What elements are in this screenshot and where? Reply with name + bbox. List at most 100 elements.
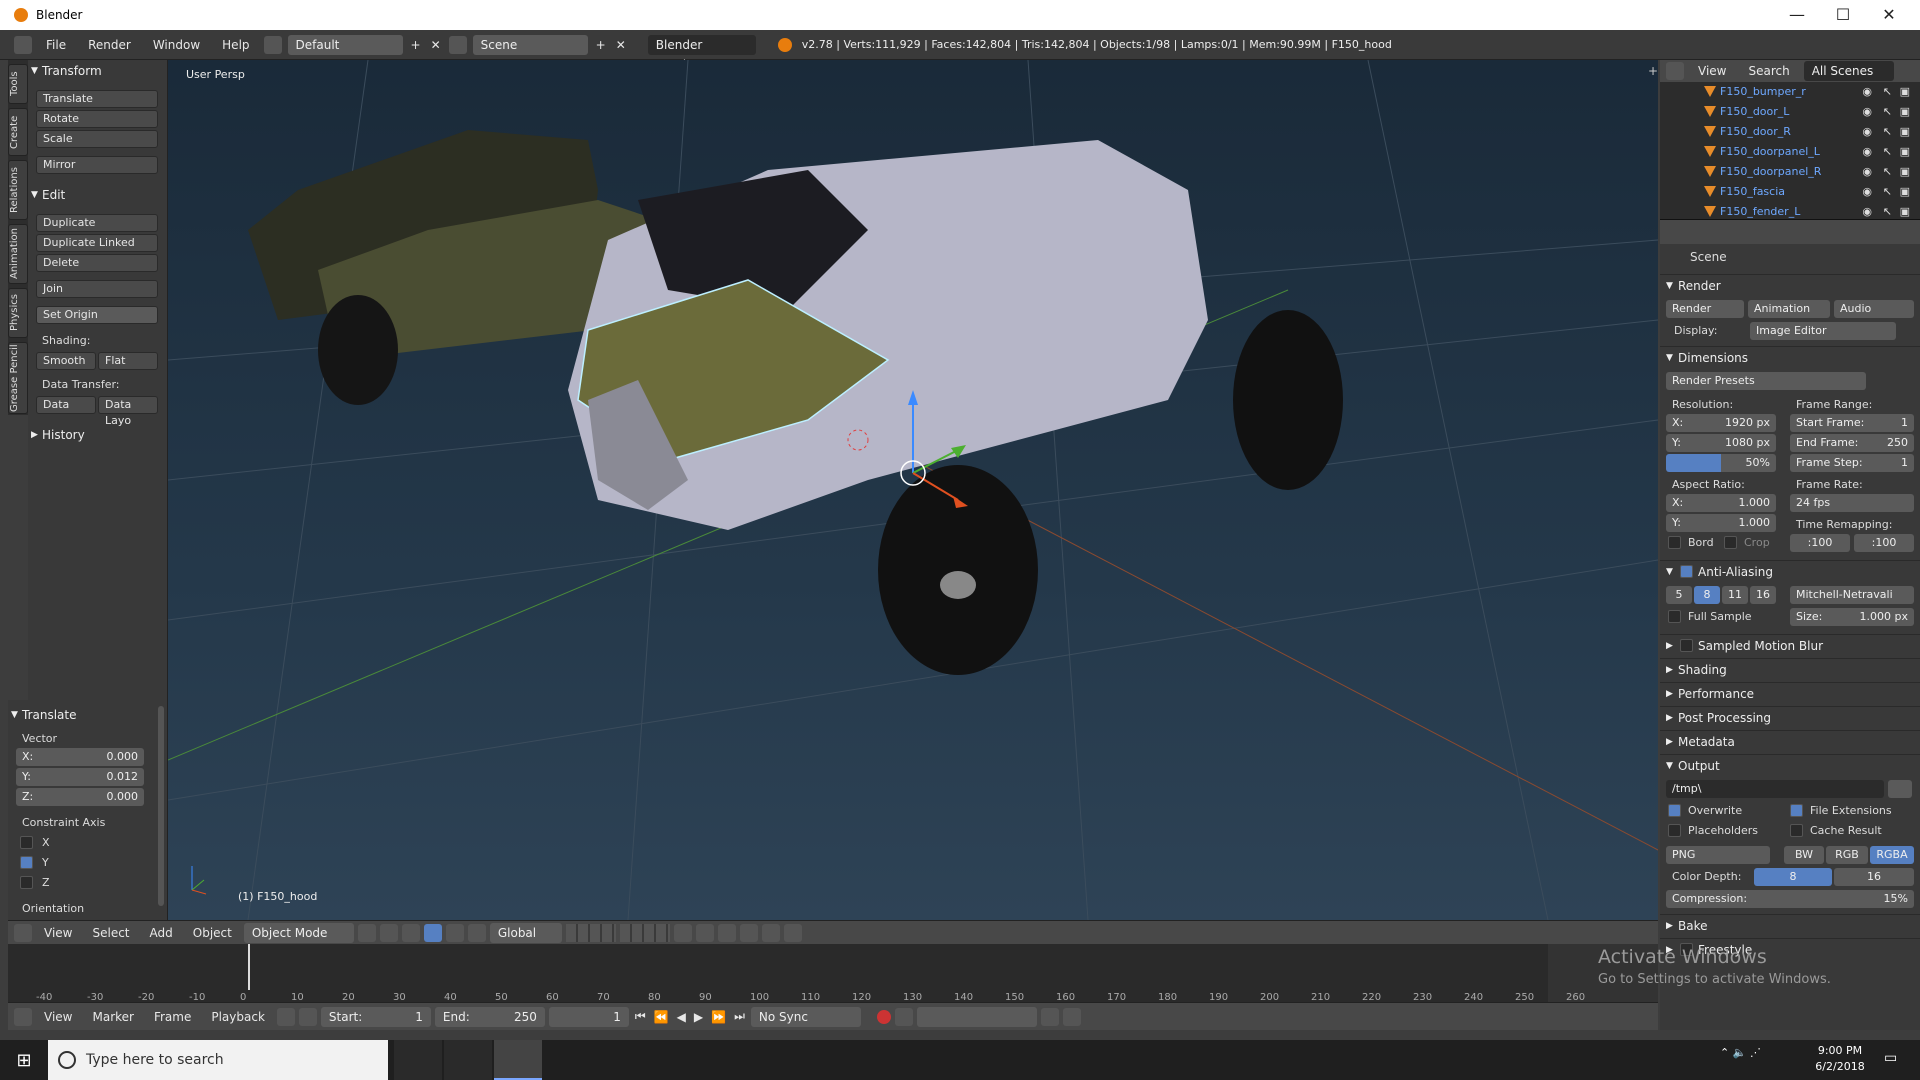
outliner-row[interactable]: F150_bumper_r ◉ ↖ ▣ [1660, 82, 1920, 102]
aa-size-field[interactable]: Size: 1.000 px [1790, 608, 1914, 626]
res-y-field[interactable]: Y: 1080 px [1666, 434, 1776, 452]
rgba-button[interactable]: RGBA [1870, 846, 1914, 864]
truck-white-front[interactable] [568, 140, 1343, 675]
render-camera-icon[interactable]: ▣ [1900, 142, 1910, 162]
outliner-row[interactable]: F150_doorpanel_R ◉ ↖ ▣ [1660, 162, 1920, 182]
vector-y-field[interactable]: Y: 0.012 [16, 768, 144, 786]
rgb-button[interactable]: RGB [1826, 846, 1868, 864]
display-mode-select[interactable]: All Scenes [1803, 61, 1894, 81]
minimize-button[interactable]: — [1774, 0, 1820, 30]
outliner-editor-icon[interactable] [1666, 62, 1684, 80]
viewport-menu-object[interactable]: Object [185, 926, 240, 940]
viewport-menu-select[interactable]: Select [84, 926, 137, 940]
visibility-eye-icon[interactable]: ◉ [1862, 162, 1872, 182]
delete-keyframe-icon[interactable] [1062, 1007, 1081, 1026]
visibility-eye-icon[interactable]: ◉ [1862, 182, 1872, 202]
timeline-menu-marker[interactable]: Marker [84, 1010, 141, 1024]
timeline-menu-playback[interactable]: Playback [203, 1010, 273, 1024]
translate-button[interactable]: Translate [36, 90, 158, 108]
visibility-eye-icon[interactable]: ◉ [1862, 102, 1872, 122]
constraint-z-checkbox[interactable] [20, 876, 33, 889]
start-frame-field[interactable]: Start: 1 [320, 1006, 431, 1027]
opengl-anim-icon[interactable] [783, 923, 802, 942]
mirror-button[interactable]: Mirror [36, 156, 158, 174]
display-select[interactable]: Image Editor [1750, 322, 1896, 340]
outliner-row[interactable]: F150_door_R ◉ ↖ ▣ [1660, 122, 1920, 142]
jump-end-icon[interactable]: ⏭ [732, 1009, 747, 1024]
res-x-field[interactable]: X: 1920 px [1666, 414, 1776, 432]
bake-panel-header[interactable]: Bake [1660, 914, 1920, 937]
scale-button[interactable]: Scale [36, 130, 158, 148]
menu-window[interactable]: Window [145, 38, 208, 52]
aa-checkbox[interactable] [1680, 565, 1693, 578]
res-percentage-slider[interactable]: 50% [1666, 454, 1776, 472]
translate-manipulator-icon[interactable] [423, 923, 442, 942]
screen-layout-field[interactable]: Default [287, 34, 403, 55]
select-arrow-icon[interactable]: ↖ [1883, 142, 1892, 162]
transform-orientation-select[interactable]: Global [489, 922, 562, 943]
bw-button[interactable]: BW [1784, 846, 1824, 864]
output-panel-header[interactable]: Output [1660, 754, 1920, 777]
visibility-eye-icon[interactable]: ◉ [1862, 122, 1872, 142]
timeline-menu-frame[interactable]: Frame [146, 1010, 199, 1024]
tab-relations[interactable]: Relations [8, 160, 28, 220]
select-arrow-icon[interactable]: ↖ [1883, 162, 1892, 182]
manipulator-icon[interactable] [401, 923, 420, 942]
metadata-panel-header[interactable]: Metadata [1660, 730, 1920, 753]
color-depth-8-button[interactable]: 8 [1754, 868, 1832, 886]
viewport-menu-add[interactable]: Add [142, 926, 181, 940]
aa-8-button[interactable]: 8 [1694, 586, 1720, 604]
overwrite-checkbox[interactable] [1668, 804, 1681, 817]
remove-layout-icon[interactable]: ✕ [429, 38, 443, 52]
motion-blur-checkbox[interactable] [1680, 639, 1693, 652]
animation-button[interactable]: Animation [1748, 300, 1830, 318]
tab-create[interactable]: Create [8, 108, 28, 156]
viewport-menu-view[interactable]: View [36, 926, 80, 940]
duplicate-button[interactable]: Duplicate [36, 214, 158, 232]
file-extensions-checkbox[interactable] [1790, 804, 1803, 817]
anti-aliasing-panel-header[interactable]: Anti-Aliasing [1660, 560, 1920, 583]
rotate-manipulator-icon[interactable] [445, 923, 464, 942]
layers-grid[interactable] [565, 923, 616, 942]
render-camera-icon[interactable]: ▣ [1900, 82, 1910, 102]
select-arrow-icon[interactable]: ↖ [1883, 82, 1892, 102]
full-sample-checkbox[interactable] [1668, 610, 1681, 623]
notifications-icon[interactable]: ▭ [1884, 1050, 1897, 1066]
firefox-icon[interactable] [444, 1040, 492, 1080]
rotate-button[interactable]: Rotate [36, 110, 158, 128]
outliner-row[interactable]: F150_doorpanel_L ◉ ↖ ▣ [1660, 142, 1920, 162]
outliner-menu-search[interactable]: Search [1740, 64, 1797, 78]
scene-icon[interactable] [448, 35, 467, 54]
mode-select[interactable]: Object Mode [243, 922, 354, 943]
windows-start-icon[interactable]: ⊞ [0, 1050, 48, 1071]
select-arrow-icon[interactable]: ↖ [1883, 122, 1892, 142]
render-engine-select[interactable]: Blender Render [647, 34, 756, 72]
aa-5-button[interactable]: 5 [1666, 586, 1692, 604]
post-processing-panel-header[interactable]: Post Processing [1660, 706, 1920, 729]
aspect-y-field[interactable]: Y: 1.000 [1666, 514, 1776, 532]
edit-panel-header[interactable]: Edit [28, 184, 168, 206]
join-button[interactable]: Join [36, 280, 158, 298]
next-keyframe-icon[interactable]: ⏩ [709, 1010, 728, 1024]
history-panel-header[interactable]: History [28, 424, 168, 446]
frame-step-prop[interactable]: Frame Step: 1 [1790, 454, 1914, 472]
render-preview-icon[interactable] [673, 923, 692, 942]
render-button[interactable]: Render [1666, 300, 1744, 318]
snap-icon[interactable] [717, 923, 736, 942]
vector-x-field[interactable]: X: 0.000 [16, 748, 144, 766]
color-depth-16-button[interactable]: 16 [1834, 868, 1914, 886]
current-frame-field[interactable]: 1 [548, 1006, 629, 1027]
taskbar-search-box[interactable]: Type here to search [48, 1040, 388, 1080]
end-frame-field[interactable]: End: 250 [434, 1006, 545, 1027]
render-camera-icon[interactable]: ▣ [1900, 122, 1910, 142]
constraint-y-checkbox[interactable] [20, 856, 33, 869]
outliner-menu-view[interactable]: View [1690, 64, 1734, 78]
sync-select[interactable]: No Sync [750, 1006, 861, 1027]
crop-checkbox[interactable] [1724, 536, 1737, 549]
close-button[interactable]: ✕ [1866, 0, 1912, 30]
transform-panel-header[interactable]: Transform [28, 60, 168, 82]
render-camera-icon[interactable]: ▣ [1900, 182, 1910, 202]
remap-old-field[interactable]: :100 [1790, 534, 1850, 552]
menu-render[interactable]: Render [80, 38, 139, 52]
dimensions-panel-header[interactable]: Dimensions [1660, 346, 1920, 369]
